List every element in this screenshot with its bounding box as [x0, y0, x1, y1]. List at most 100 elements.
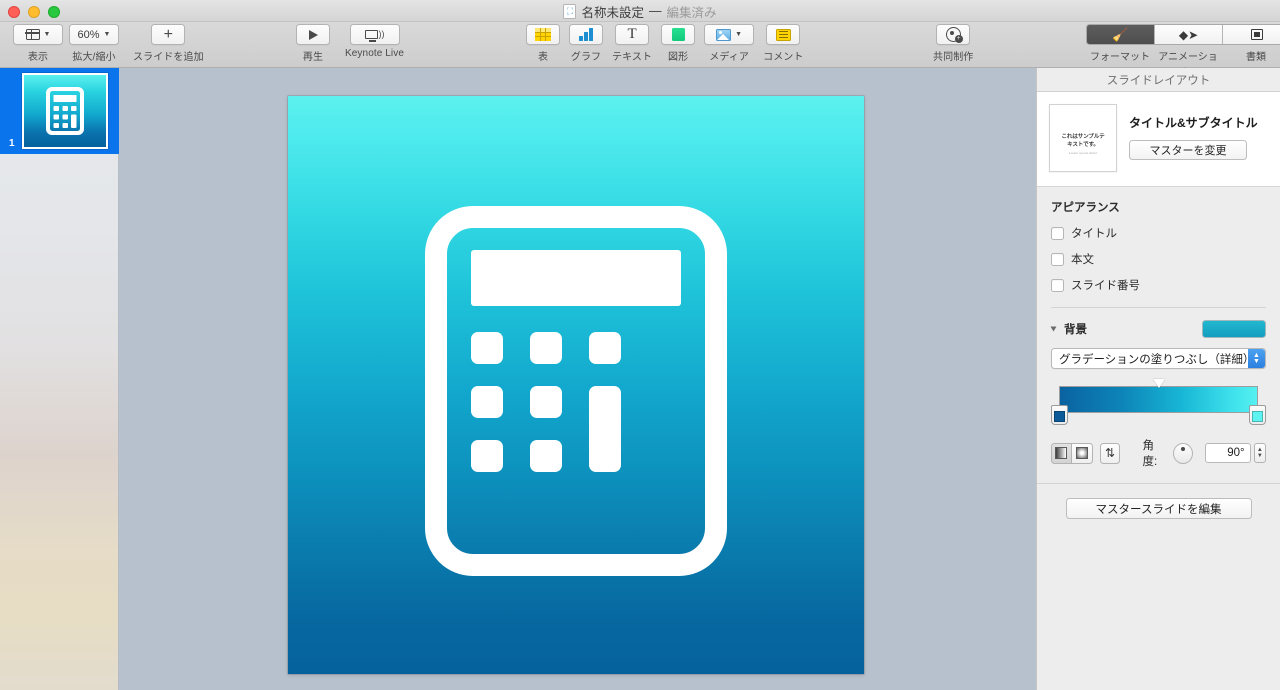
slide-navigator-sidebar[interactable]: 1 — [0, 68, 119, 690]
slide-list-item[interactable]: 1 — [0, 68, 119, 154]
insert-chart-button-face[interactable] — [569, 24, 603, 45]
slide-thumbnail[interactable] — [22, 73, 108, 149]
angle-value-field[interactable]: 90° — [1205, 443, 1251, 463]
gradient-midpoint-handle[interactable] — [1152, 379, 1165, 388]
inspector-title: スライドレイアウト — [1037, 68, 1280, 92]
title-separator: — — [649, 4, 662, 18]
calculator-key — [471, 332, 503, 364]
appearance-option-slide-number[interactable]: スライド番号 — [1051, 277, 1266, 293]
calculator-graphic[interactable] — [425, 206, 727, 576]
document-panel-button[interactable] — [1223, 25, 1280, 44]
linear-gradient-button[interactable] — [1051, 442, 1072, 464]
master-slide-preview[interactable]: これはサンプルテ キストです。 Lorem ipsum dolor — [1049, 104, 1117, 172]
keynote-live-icon: )) — [364, 30, 385, 42]
add-slide-button[interactable]: + スライドを追加 — [133, 24, 204, 63]
insert-table-label: 表 — [537, 52, 549, 63]
insert-table-button-face[interactable] — [526, 24, 560, 45]
play-icon — [308, 29, 318, 40]
zoom-button[interactable]: 60% ▼ 拡大/縮小 — [69, 24, 119, 63]
document-icon — [1251, 29, 1263, 40]
flip-gradient-button[interactable]: ⇅ — [1099, 442, 1121, 464]
calculator-key — [471, 440, 503, 472]
chevron-down-icon: ▼ — [735, 31, 743, 38]
radial-gradient-button[interactable] — [1071, 442, 1093, 464]
edited-status: 編集済み — [666, 5, 717, 20]
checkbox-title[interactable] — [1051, 226, 1064, 240]
view-button[interactable]: ▼ 表示 — [13, 24, 63, 63]
change-master-button[interactable]: マスターを変更 — [1129, 140, 1247, 160]
checkbox-body-label: 本文 — [1071, 254, 1094, 266]
fill-type-select[interactable]: グラデーションの塗りつぶし（詳細） ▲ ▼ — [1051, 348, 1266, 369]
format-inspector-panel: スライドレイアウト これはサンプルテ キストです。 Lorem ipsum do… — [1036, 68, 1280, 690]
insert-text-button[interactable]: T テキスト — [612, 24, 652, 63]
format-panel-button[interactable]: 🧹 — [1087, 25, 1155, 44]
insert-shape-button-face[interactable] — [661, 24, 696, 45]
master-preview-line1: これはサンプルテ — [1061, 133, 1105, 140]
edit-master-slide-button[interactable]: マスタースライドを編集 — [1065, 498, 1252, 519]
checkbox-slide-number[interactable] — [1051, 278, 1064, 292]
gradient-end-stop[interactable] — [1249, 405, 1266, 425]
angle-stepper[interactable]: ▲ ▼ — [1253, 443, 1266, 463]
calculator-key — [589, 332, 621, 364]
master-slide-info: タイトル&サブタイトル マスターを変更 — [1129, 104, 1268, 160]
calculator-key — [530, 332, 562, 364]
collaborate-icon: + — [945, 27, 963, 43]
background-section-header[interactable]: 背景 — [1037, 308, 1280, 338]
gradient-editor[interactable] — [1051, 379, 1266, 425]
slide-canvas[interactable] — [288, 96, 864, 674]
appearance-heading: アピアランス — [1051, 202, 1120, 214]
play-button-face[interactable] — [296, 24, 330, 45]
gradient-start-stop[interactable] — [1051, 405, 1068, 425]
collaborate-button-face[interactable]: + — [936, 24, 971, 45]
keynote-live-button[interactable]: )) Keynote Live — [345, 24, 404, 59]
plus-icon: + — [163, 25, 174, 43]
view-layout-icon — [25, 28, 40, 41]
chart-icon — [579, 28, 593, 41]
insert-media-button[interactable]: ▼ メディア — [704, 24, 755, 63]
edit-master-section: マスタースライドを編集 — [1037, 484, 1280, 519]
play-button[interactable]: 再生 — [296, 24, 330, 63]
toolbar-insert-group: 表 グラフ T テキスト 図形 ▼ メディア コメント — [523, 24, 807, 63]
play-button-label: 再生 — [302, 52, 324, 63]
inspector-panel-segmented-control[interactable]: 🧹 ◆➤ — [1086, 24, 1280, 45]
insert-text-button-face[interactable]: T — [615, 24, 650, 45]
keynote-window: ⛶ 名称未設定 — 編集済み ▼ 表示 60% ▼ 拡大/縮小 + スライドを追… — [0, 0, 1280, 690]
table-icon — [535, 28, 551, 41]
view-button-face[interactable]: ▼ — [13, 24, 63, 45]
zoom-button-face[interactable]: 60% ▼ — [69, 24, 119, 45]
collaborate-button[interactable]: + 共同制作 — [933, 24, 973, 63]
collaborate-label: 共同制作 — [933, 52, 974, 63]
insert-media-button-face[interactable]: ▼ — [704, 24, 755, 45]
insert-comment-button-face[interactable] — [766, 24, 801, 45]
appearance-option-body[interactable]: 本文 — [1051, 251, 1266, 267]
slide-canvas-area[interactable] — [120, 68, 1035, 690]
disclosure-triangle-icon[interactable] — [1050, 326, 1057, 332]
background-heading: 背景 — [1064, 324, 1087, 336]
gradient-preview-bar[interactable] — [1059, 386, 1258, 413]
window-titlebar: ⛶ 名称未設定 — 編集済み — [0, 0, 1280, 22]
comment-icon — [775, 28, 791, 41]
toolbar-collaborate-group: + 共同制作 — [930, 24, 976, 63]
chevron-down-icon: ▼ — [103, 31, 111, 38]
insert-shape-button[interactable]: 図形 — [661, 24, 696, 63]
checkbox-title-label: タイトル — [1071, 228, 1117, 240]
keynote-document-icon: ⛶ — [563, 3, 577, 19]
appearance-section: アピアランス タイトル 本文 スライド番号 — [1037, 187, 1280, 308]
appearance-option-title[interactable]: タイトル — [1051, 225, 1266, 241]
background-color-swatch[interactable] — [1202, 320, 1266, 338]
add-slide-button-face[interactable]: + — [151, 24, 186, 45]
insert-table-button[interactable]: 表 — [526, 24, 560, 63]
view-button-label: 表示 — [27, 52, 49, 63]
select-stepper-arrows-icon[interactable]: ▲ ▼ — [1248, 349, 1265, 368]
insert-comment-button[interactable]: コメント — [763, 24, 803, 63]
insert-chart-button[interactable]: グラフ — [569, 24, 603, 63]
document-name: 名称未設定 — [581, 5, 644, 20]
angle-dial[interactable] — [1173, 442, 1194, 464]
checkbox-body[interactable] — [1051, 252, 1064, 266]
format-brush-icon: 🧹 — [1112, 27, 1129, 42]
angle-label: 角度: — [1142, 440, 1158, 468]
calculator-icon — [46, 87, 84, 135]
keynote-live-button-face[interactable]: )) — [349, 24, 400, 45]
toolbar-left-group: ▼ 表示 60% ▼ 拡大/縮小 + スライドを追加 — [10, 24, 207, 63]
animation-panel-button[interactable]: ◆➤ — [1155, 25, 1223, 44]
